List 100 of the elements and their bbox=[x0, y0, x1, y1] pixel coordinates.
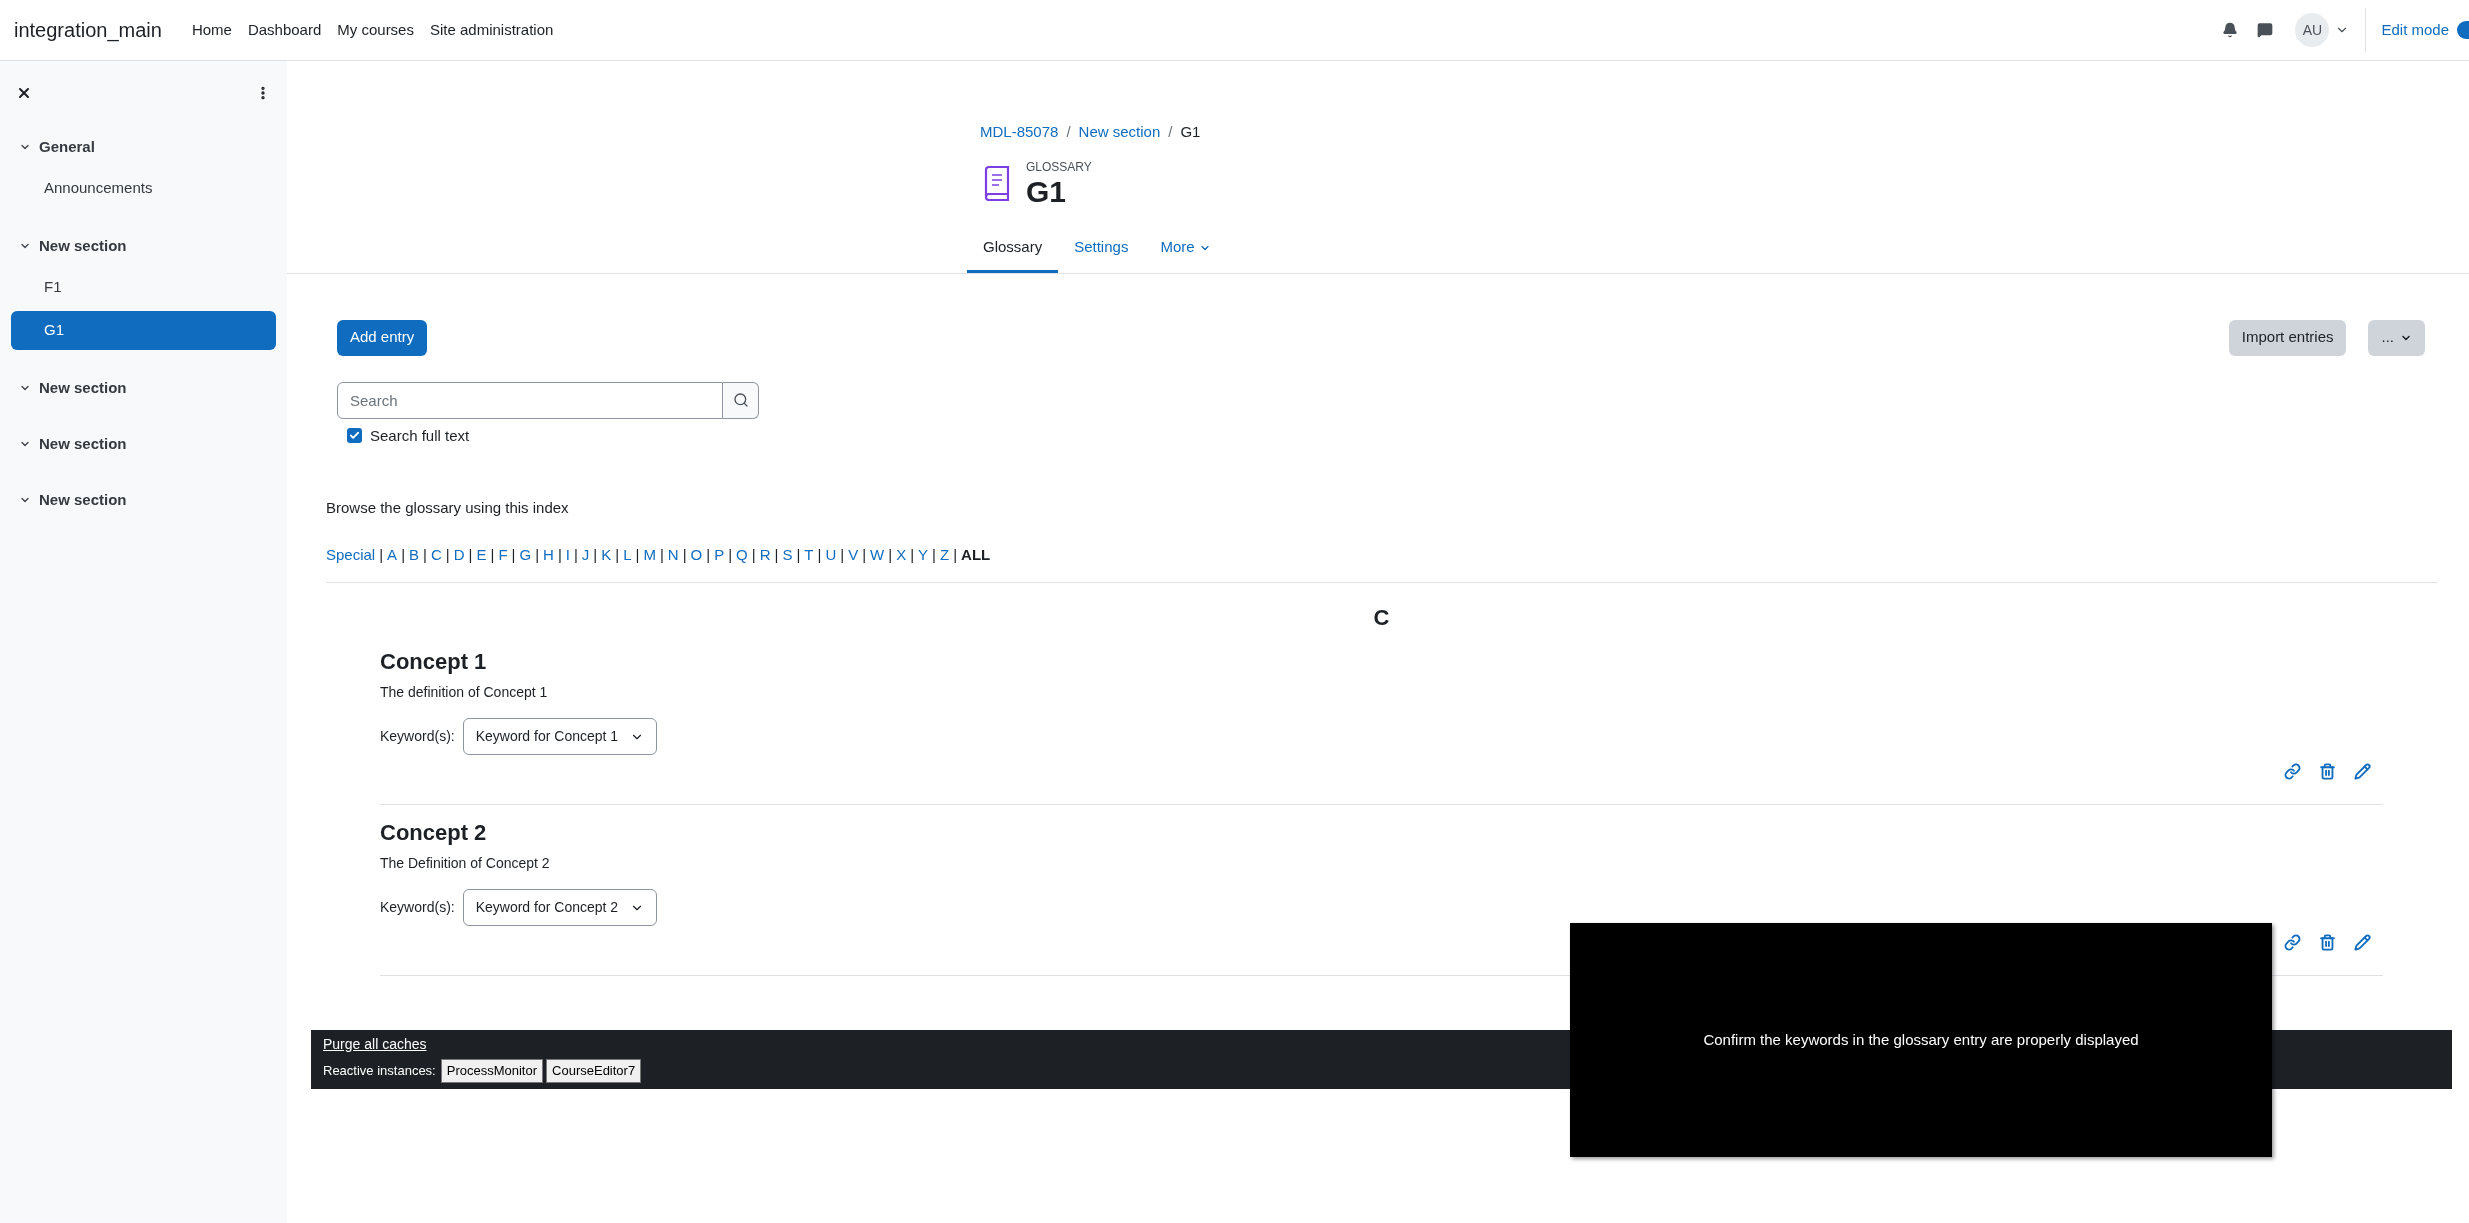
index-letter[interactable]: A bbox=[387, 543, 398, 566]
concept-title: Concept 1 bbox=[380, 648, 488, 676]
nav-tab[interactable]: Glossary bbox=[967, 225, 1059, 273]
section-item[interactable]: G1 bbox=[11, 311, 276, 350]
link-icon[interactable] bbox=[2284, 934, 2301, 951]
index-letter[interactable]: Q bbox=[736, 543, 748, 566]
index-separator: | bbox=[593, 544, 598, 565]
instance-button[interactable]: ProcessMonitor bbox=[440, 1059, 544, 1083]
index-letter[interactable]: Y bbox=[918, 543, 929, 566]
index-letter[interactable]: K bbox=[601, 543, 612, 566]
index-letter[interactable]: S bbox=[782, 543, 793, 566]
delete-icon[interactable] bbox=[2319, 763, 2336, 780]
nav-link[interactable]: My courses bbox=[337, 10, 414, 50]
section-item[interactable]: F1 bbox=[11, 268, 276, 307]
keywords-label: Keyword(s): bbox=[380, 727, 455, 746]
section-title[interactable]: New section bbox=[39, 376, 127, 400]
concept-definition: The definition of Concept 1 bbox=[380, 683, 549, 702]
add-entry-button[interactable]: Add entry bbox=[337, 319, 428, 356]
index-letter[interactable]: O bbox=[690, 543, 703, 566]
index-separator: | bbox=[535, 544, 540, 565]
index-letter[interactable]: R bbox=[759, 543, 771, 566]
keyword-dropdown[interactable]: Keyword for Concept 2 bbox=[462, 889, 658, 926]
book-icon bbox=[982, 164, 1012, 201]
index-separator: | bbox=[423, 544, 427, 565]
index-letter[interactable]: E bbox=[476, 543, 487, 566]
link-icon[interactable] bbox=[2284, 763, 2301, 780]
index-letter[interactable]: D bbox=[453, 543, 465, 566]
index-separator: | bbox=[796, 544, 801, 565]
section-title[interactable]: New section bbox=[39, 488, 127, 512]
index-letter[interactable]: J bbox=[581, 543, 590, 566]
index-separator: | bbox=[817, 544, 822, 565]
index-letter[interactable]: I bbox=[565, 543, 570, 566]
index-letter[interactable]: Special bbox=[326, 543, 376, 566]
section-title[interactable]: New section bbox=[39, 234, 127, 258]
edit-icon[interactable] bbox=[2354, 763, 2371, 780]
index-letter[interactable]: Z bbox=[940, 543, 950, 566]
site-name[interactable]: integration_main bbox=[14, 15, 162, 45]
index-separator: | bbox=[953, 544, 958, 565]
index-letter[interactable]: B bbox=[409, 543, 420, 566]
edit-icon[interactable] bbox=[2354, 934, 2371, 951]
index-separator: | bbox=[490, 544, 495, 565]
index-letter[interactable]: U bbox=[825, 543, 837, 566]
edit-mode-label[interactable]: Edit mode bbox=[2381, 18, 2449, 42]
index-letter[interactable]: H bbox=[543, 543, 554, 566]
index-separator: | bbox=[401, 544, 406, 565]
keyword-dropdown[interactable]: Keyword for Concept 1 bbox=[462, 718, 658, 755]
index-separator: | bbox=[682, 544, 687, 565]
import-entries-button[interactable]: Import entries bbox=[2228, 319, 2347, 356]
overlay-text: Confirm the keywords in the glossary entry are properly displayed bbox=[1703, 1030, 2139, 1050]
index-letter[interactable]: L bbox=[623, 543, 632, 566]
nav-tab[interactable]: Settings bbox=[1058, 225, 1145, 273]
section-item[interactable]: Announcements bbox=[11, 169, 276, 208]
index-letter[interactable]: G bbox=[519, 543, 532, 566]
more-actions-button[interactable]: ... bbox=[2368, 319, 2425, 356]
index-letter[interactable]: T bbox=[804, 543, 814, 566]
index-caption: Browse the glossary using this index bbox=[326, 498, 570, 518]
index-separator: | bbox=[635, 544, 640, 565]
index-letter[interactable]: C bbox=[430, 543, 442, 566]
search-icon bbox=[732, 392, 749, 408]
section-title[interactable]: New section bbox=[39, 432, 127, 456]
index-separator: | bbox=[774, 544, 779, 565]
close-icon[interactable] bbox=[16, 85, 32, 101]
instance-button[interactable]: CourseEditor7 bbox=[546, 1059, 642, 1083]
purge-caches-link[interactable]: Purge all caches bbox=[323, 1034, 427, 1055]
index-letter[interactable]: V bbox=[848, 543, 859, 566]
index-letter[interactable]: ALL bbox=[961, 543, 991, 566]
messages-icon[interactable] bbox=[2257, 22, 2274, 38]
keywords-label: Keyword(s): bbox=[380, 898, 455, 917]
index-letter[interactable]: N bbox=[667, 543, 679, 566]
index-separator: | bbox=[932, 544, 936, 565]
checkbox-label[interactable]: Search full text bbox=[370, 424, 470, 447]
nav-link[interactable]: Home bbox=[191, 10, 232, 50]
delete-icon[interactable] bbox=[2319, 934, 2336, 951]
user-avatar[interactable]: AU bbox=[2295, 13, 2330, 47]
section-title[interactable]: General bbox=[39, 135, 95, 159]
index-letter[interactable]: W bbox=[870, 543, 885, 566]
nav-tab[interactable]: More bbox=[1144, 225, 1227, 273]
breadcrumb-link[interactable]: New section bbox=[1078, 121, 1161, 144]
module-type: GLOSSARY bbox=[1026, 158, 1092, 176]
notifications-icon[interactable] bbox=[2222, 22, 2239, 38]
breadcrumb-separator: / bbox=[1066, 122, 1071, 142]
nav-link[interactable]: Dashboard bbox=[247, 10, 322, 50]
index-separator: | bbox=[379, 544, 384, 565]
index-letter[interactable]: M bbox=[643, 543, 656, 566]
index-letter[interactable]: P bbox=[714, 543, 725, 566]
index-separator: | bbox=[445, 544, 450, 565]
index-separator: | bbox=[468, 544, 473, 565]
index-separator: | bbox=[862, 544, 867, 565]
page-title: G1 bbox=[1026, 175, 1068, 208]
concept-title: Concept 2 bbox=[380, 819, 488, 847]
nav-link[interactable]: Site administration bbox=[429, 10, 554, 50]
full-text-checkbox[interactable] bbox=[347, 428, 362, 444]
breadcrumb-link[interactable]: MDL-85078 bbox=[980, 121, 1059, 144]
index-letter[interactable]: X bbox=[896, 543, 907, 566]
index-separator: | bbox=[706, 544, 711, 565]
search-field[interactable]: Search bbox=[337, 381, 723, 419]
breadcrumb-separator: / bbox=[1168, 122, 1173, 142]
edit-mode-toggle[interactable] bbox=[2457, 21, 2469, 39]
search-button[interactable] bbox=[723, 381, 759, 419]
index-letter[interactable]: F bbox=[498, 543, 508, 566]
